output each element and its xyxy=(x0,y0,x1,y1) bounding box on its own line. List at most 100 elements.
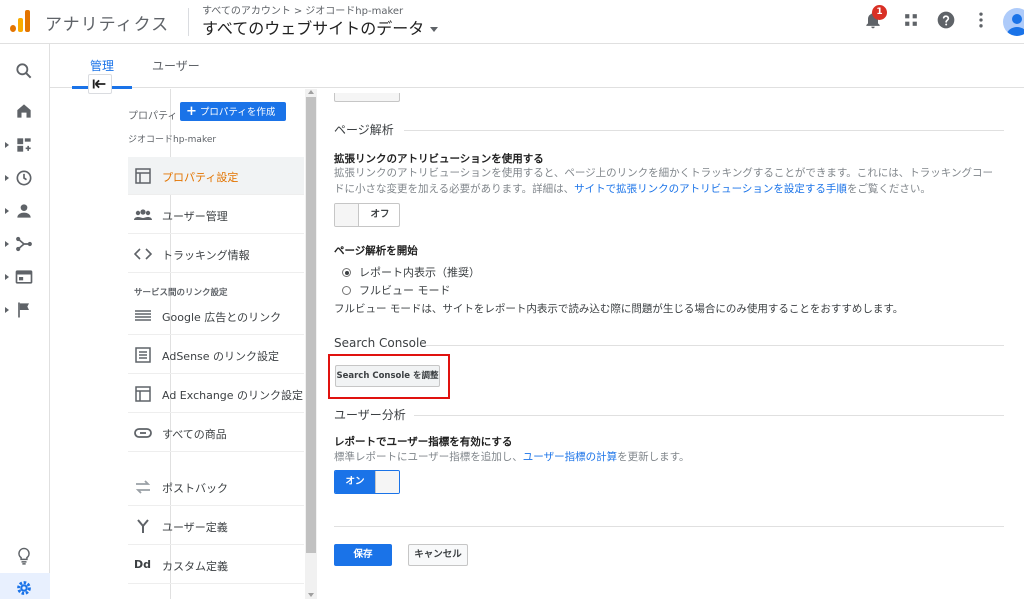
toggle-remnant[interactable] xyxy=(334,93,400,102)
section-divider xyxy=(414,415,1004,416)
user-metrics-desc-suffix: を更新します。 xyxy=(617,451,690,463)
infinity-link-icon xyxy=(134,428,152,438)
enhanced-link-help-link[interactable]: サイトで拡張リンクのアトリビューションを設定する手順 xyxy=(574,183,847,195)
expand-arrow-icon[interactable] xyxy=(5,142,9,148)
user-metrics-description: 標準レポートにユーザー指標を追加し、ユーザー指標の計算を更新します。 xyxy=(334,449,994,465)
adsense-link-item[interactable]: AdSense のリンク設定 xyxy=(128,336,304,374)
radio-inline-view[interactable]: レポート内表示（推奨） xyxy=(342,264,480,280)
tracking-info-label: トラッキング情報 xyxy=(162,249,250,262)
section-divider xyxy=(426,345,1004,346)
analytics-admin-page: アナリティクス すべてのアカウント > ジオコードhp-maker すべてのウェブサ… xyxy=(0,0,1024,599)
caret-down-icon xyxy=(430,27,439,32)
ad-exchange-link-label: Ad Exchange のリンク設定 xyxy=(162,389,304,402)
notification-badge: 1 xyxy=(872,5,887,20)
view-name: すべてのウェブサイトのデータ xyxy=(202,19,425,38)
toggle-knob xyxy=(375,471,399,493)
page-analysis-title: ページ解析 xyxy=(334,123,394,137)
create-property-label: プロパティを作成 xyxy=(199,107,276,118)
radio-full-view[interactable]: フルビュー モード xyxy=(342,282,451,298)
app-name: アナリティクス xyxy=(45,15,170,35)
acquisition-icon[interactable] xyxy=(14,234,34,254)
back-button[interactable] xyxy=(88,74,112,94)
scroll-down-icon[interactable] xyxy=(308,593,314,597)
left-nav xyxy=(0,44,50,599)
user-management-item[interactable]: ユーザー管理 xyxy=(128,196,304,234)
dashboard-icon[interactable] xyxy=(14,135,34,155)
custom-dimensions-item[interactable]: Dd カスタム定義 xyxy=(128,546,304,584)
expand-arrow-icon[interactable] xyxy=(5,175,9,181)
people-icon xyxy=(134,209,152,220)
property-column: プロパティ + プロパティを作成 ジオコードhp-maker プロパティ設定 ユー… xyxy=(128,89,308,599)
form-footer-divider xyxy=(334,526,1004,527)
behavior-icon[interactable] xyxy=(14,267,34,287)
home-icon[interactable] xyxy=(14,101,34,121)
lightbulb-icon[interactable] xyxy=(14,546,34,566)
cancel-button[interactable]: キャンセル xyxy=(408,544,468,566)
user-metrics-toggle[interactable]: オン xyxy=(334,470,400,494)
property-settings-form: ページ解析 拡張リンクのアトリビューションを使用する 拡張リンクのアトリビューシ… xyxy=(328,89,1004,599)
postback-item[interactable]: ポストバック xyxy=(128,468,304,506)
help-icon[interactable] xyxy=(936,10,956,30)
google-ads-link-label: Google 広告とのリンク xyxy=(162,311,282,324)
expand-arrow-icon[interactable] xyxy=(5,208,9,214)
adjust-search-console-button[interactable]: Search Console を調整 xyxy=(335,365,440,387)
radio-full-label: フルビュー モード xyxy=(359,284,451,297)
property-settings-label: プロパティ設定 xyxy=(162,171,239,184)
ad-exchange-icon xyxy=(135,386,151,402)
custom-definitions-item[interactable]: ユーザー定義 xyxy=(128,507,304,545)
swap-arrows-icon xyxy=(135,480,151,494)
scrollbar-thumb[interactable] xyxy=(306,97,316,553)
apps-grid-icon[interactable] xyxy=(901,10,921,30)
custom-dimensions-label: カスタム定義 xyxy=(162,560,228,573)
property-settings-item[interactable]: プロパティ設定 xyxy=(128,157,304,195)
user-avatar-icon xyxy=(1006,14,1024,36)
user-analysis-title: ユーザー分析 xyxy=(334,408,406,422)
clock-icon[interactable] xyxy=(14,168,34,188)
enhanced-link-description: 拡張リンクのアトリビューションを使用すると、ページ上のリンクを細かくトラッキング… xyxy=(334,165,994,197)
search-console-title: Search Console xyxy=(334,336,427,350)
expand-arrow-icon[interactable] xyxy=(5,274,9,280)
all-products-item[interactable]: すべての商品 xyxy=(128,414,304,452)
gear-icon[interactable] xyxy=(14,578,34,598)
more-vert-icon[interactable] xyxy=(971,10,991,30)
view-selector[interactable]: すべてのウェブサイトのデータ xyxy=(202,15,439,39)
user-management-label: ユーザー管理 xyxy=(162,210,228,223)
user-metrics-calc-link[interactable]: ユーザー指標の計算 xyxy=(523,451,617,463)
radio-unchecked-icon xyxy=(342,286,351,295)
link-list-icon xyxy=(135,310,151,321)
user-metrics-desc-text: 標準レポートにユーザー指標を追加し、 xyxy=(334,451,523,463)
save-button[interactable]: 保存 xyxy=(334,544,392,566)
property-column-scrollbar[interactable] xyxy=(305,89,317,599)
flag-icon[interactable] xyxy=(14,300,34,320)
code-icon xyxy=(134,248,152,260)
tracking-info-item[interactable]: トラッキング情報 xyxy=(128,235,304,273)
adsense-link-label: AdSense のリンク設定 xyxy=(162,350,280,363)
toggle-state-label: オン xyxy=(335,471,375,493)
property-name: ジオコードhp-maker xyxy=(128,135,217,145)
analytics-logo-icon[interactable] xyxy=(10,8,32,32)
scroll-up-icon[interactable] xyxy=(308,90,314,94)
custom-definitions-label: ユーザー定義 xyxy=(162,521,228,534)
fork-icon xyxy=(137,519,149,533)
expand-arrow-icon[interactable] xyxy=(5,241,9,247)
admin-tabs: 管理 ユーザー xyxy=(50,44,1024,89)
page-analysis-start-title: ページ解析を開始 xyxy=(334,245,418,257)
person-icon[interactable] xyxy=(14,201,34,221)
top-header: アナリティクス すべてのアカウント > ジオコードhp-maker すべてのウェブサ… xyxy=(0,0,1024,44)
search-icon[interactable] xyxy=(14,61,34,81)
tab-user[interactable]: ユーザー xyxy=(152,44,200,88)
create-property-button[interactable]: + プロパティを作成 xyxy=(180,102,286,121)
back-arrow-icon xyxy=(92,79,106,89)
expand-arrow-icon[interactable] xyxy=(5,307,9,313)
header-divider xyxy=(188,8,189,36)
ad-exchange-link-item[interactable]: Ad Exchange のリンク設定 xyxy=(128,375,304,413)
toggle-knob xyxy=(335,204,359,226)
adsense-icon xyxy=(135,347,151,363)
enhanced-link-toggle[interactable]: オフ xyxy=(334,203,400,227)
google-ads-link-item[interactable]: Google 広告とのリンク xyxy=(128,297,304,335)
section-divider xyxy=(404,130,1004,131)
avatar[interactable] xyxy=(1003,8,1024,36)
toggle-state-label: オフ xyxy=(370,209,390,220)
postback-label: ポストバック xyxy=(162,482,228,495)
full-view-note: フルビュー モードは、サイトをレポート内表示で読み込む際に問題が生じる場合にのみ… xyxy=(334,303,904,315)
